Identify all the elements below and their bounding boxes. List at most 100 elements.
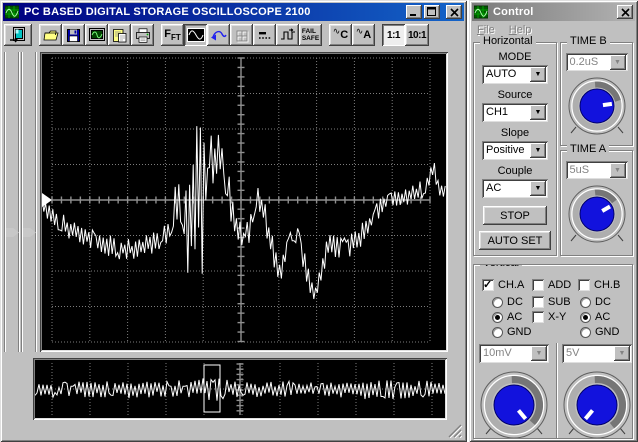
horizontal-group: Horizontal MODE AUTO ▼ Source CH1 ▼ Slop… (473, 35, 557, 256)
calibrate-c-button[interactable]: ∿C (329, 24, 352, 46)
calibrate-a-button[interactable]: ∿A (352, 24, 375, 46)
cal-a-icon: ∿A (355, 26, 372, 41)
fft-label: FFT (164, 27, 181, 43)
time-b-knob[interactable] (561, 73, 633, 143)
dropdown-arrow-icon[interactable]: ▼ (530, 105, 546, 120)
channel-a-checkbox[interactable]: CH.A (482, 278, 524, 291)
group-caption: TIME B (567, 35, 610, 47)
slider-thumb-icon[interactable] (23, 228, 36, 237)
time-b-group: TIME B 0.2uS ▼ (560, 35, 633, 146)
undo-arrow-icon (211, 30, 227, 40)
channel-a-position-slider[interactable] (4, 52, 20, 352)
square-wave-icon (280, 28, 295, 40)
slider-thumb-icon[interactable] (6, 228, 19, 237)
close-icon (449, 7, 459, 17)
overview-scope-display (33, 358, 447, 420)
auto-set-button[interactable]: AUTO SET (479, 231, 551, 250)
cha-ac-radio[interactable]: AC (492, 311, 522, 323)
trigger-pulse-button[interactable] (276, 24, 299, 46)
main-scope-display (40, 52, 448, 352)
probe-1x-button[interactable]: 1:1 (382, 24, 405, 46)
time-b-select[interactable]: 0.2uS ▼ (565, 53, 628, 71)
cha-scale-select[interactable]: 10mV ▼ (479, 344, 549, 363)
dropdown-arrow-icon[interactable]: ▼ (530, 67, 546, 82)
add-checkbox[interactable]: ADD (532, 279, 571, 291)
dropdown-arrow-icon: ▼ (609, 163, 626, 178)
slope-select[interactable]: Positive ▼ (482, 141, 548, 160)
slope-label: Slope (500, 127, 530, 139)
couple-label: Couple (497, 165, 533, 177)
waveform-mode-button[interactable] (184, 24, 207, 46)
group-caption: Vertical (480, 265, 523, 269)
control-titlebar: Control (472, 3, 635, 21)
control-panel-window: Control File Help Horizontal MODE AUTO ▼… (469, 0, 638, 442)
print-button[interactable] (131, 24, 154, 46)
chb-scale-select[interactable]: 5V ▼ (562, 344, 632, 363)
line-style-icon (259, 32, 271, 39)
vertical-group: Vertical CH.A ADD CH.B DC AC GND SUB X- (473, 264, 633, 439)
channel-b-position-slider[interactable] (21, 52, 37, 352)
save-button[interactable] (62, 24, 85, 46)
fail-safe-button[interactable]: FAIL SAFE (299, 24, 322, 46)
resize-grip[interactable] (448, 424, 462, 438)
stop-button[interactable]: STOP (483, 206, 547, 225)
cha-dc-radio[interactable]: DC (492, 296, 523, 308)
export-image-button[interactable] (85, 24, 108, 46)
channel-b-gain-knob[interactable] (558, 367, 633, 439)
printer-icon (135, 27, 150, 43)
oscilloscope-main-window: PC BASED DIGITAL STORAGE OSCILLOSCOPE 21… (0, 0, 467, 442)
open-folder-icon (43, 30, 59, 41)
main-toolbar: FFT FAIL SAFE ∿C ∿A 1:1 10:1 (4, 24, 429, 48)
group-caption: Horizontal (480, 35, 536, 47)
channel-b-checkbox[interactable]: CH.B (578, 279, 620, 291)
fail-safe-label: FAIL SAFE (301, 28, 320, 42)
couple-select[interactable]: AC ▼ (482, 179, 548, 198)
undo-button[interactable] (207, 24, 230, 46)
sine-wave-icon (186, 28, 205, 42)
cal-c-icon: ∿C (332, 26, 349, 41)
close-icon (620, 7, 630, 17)
screen-capture-icon (88, 28, 105, 41)
trigger-marker-icon[interactable] (42, 193, 52, 207)
app-icon (5, 5, 19, 19)
dropdown-arrow-icon[interactable]: ▼ (530, 143, 546, 158)
dropdown-arrow-icon: ▼ (531, 346, 547, 361)
control-window-title: Control (493, 6, 534, 18)
chb-dc-radio[interactable]: DC (580, 296, 611, 308)
fft-button[interactable]: FFT (161, 24, 184, 46)
minimize-button[interactable] (406, 5, 422, 19)
app-icon (474, 5, 488, 19)
chb-gnd-radio[interactable]: GND (580, 326, 619, 338)
sub-checkbox[interactable]: SUB (532, 296, 571, 308)
dropdown-arrow-icon: ▼ (614, 346, 630, 361)
source-label: Source (497, 89, 533, 101)
control-close-button[interactable] (617, 5, 633, 19)
probe-10x-button[interactable]: 10:1 (405, 24, 429, 46)
grid-icon (236, 30, 249, 42)
channel-a-gain-knob[interactable] (475, 367, 553, 439)
maximize-icon (427, 7, 436, 16)
dropdown-arrow-icon: ▼ (609, 55, 626, 70)
close-button[interactable] (446, 5, 462, 19)
open-file-button[interactable] (39, 24, 62, 46)
source-select[interactable]: CH1 ▼ (482, 103, 548, 122)
time-a-knob[interactable] (561, 181, 633, 251)
exit-button[interactable] (4, 24, 32, 46)
xy-checkbox[interactable]: X-Y (532, 311, 566, 323)
line-style-button[interactable] (253, 24, 276, 46)
minimize-icon (410, 14, 416, 16)
time-a-select[interactable]: 5uS ▼ (565, 161, 628, 179)
mode-label: MODE (498, 51, 532, 63)
notes-button[interactable] (108, 24, 131, 46)
window-title: PC BASED DIGITAL STORAGE OSCILLOSCOPE 21… (24, 6, 311, 18)
exit-icon (10, 27, 25, 43)
mode-select[interactable]: AUTO ▼ (482, 65, 548, 84)
chb-ac-radio[interactable]: AC (580, 311, 610, 323)
time-a-group: TIME A 5uS ▼ (560, 143, 633, 256)
maximize-button[interactable] (424, 5, 440, 19)
grid-toggle-button[interactable] (230, 24, 253, 46)
knob-pointer (602, 101, 612, 108)
group-caption: TIME A (567, 143, 610, 155)
dropdown-arrow-icon[interactable]: ▼ (530, 181, 546, 196)
cha-gnd-radio[interactable]: GND (492, 326, 531, 338)
